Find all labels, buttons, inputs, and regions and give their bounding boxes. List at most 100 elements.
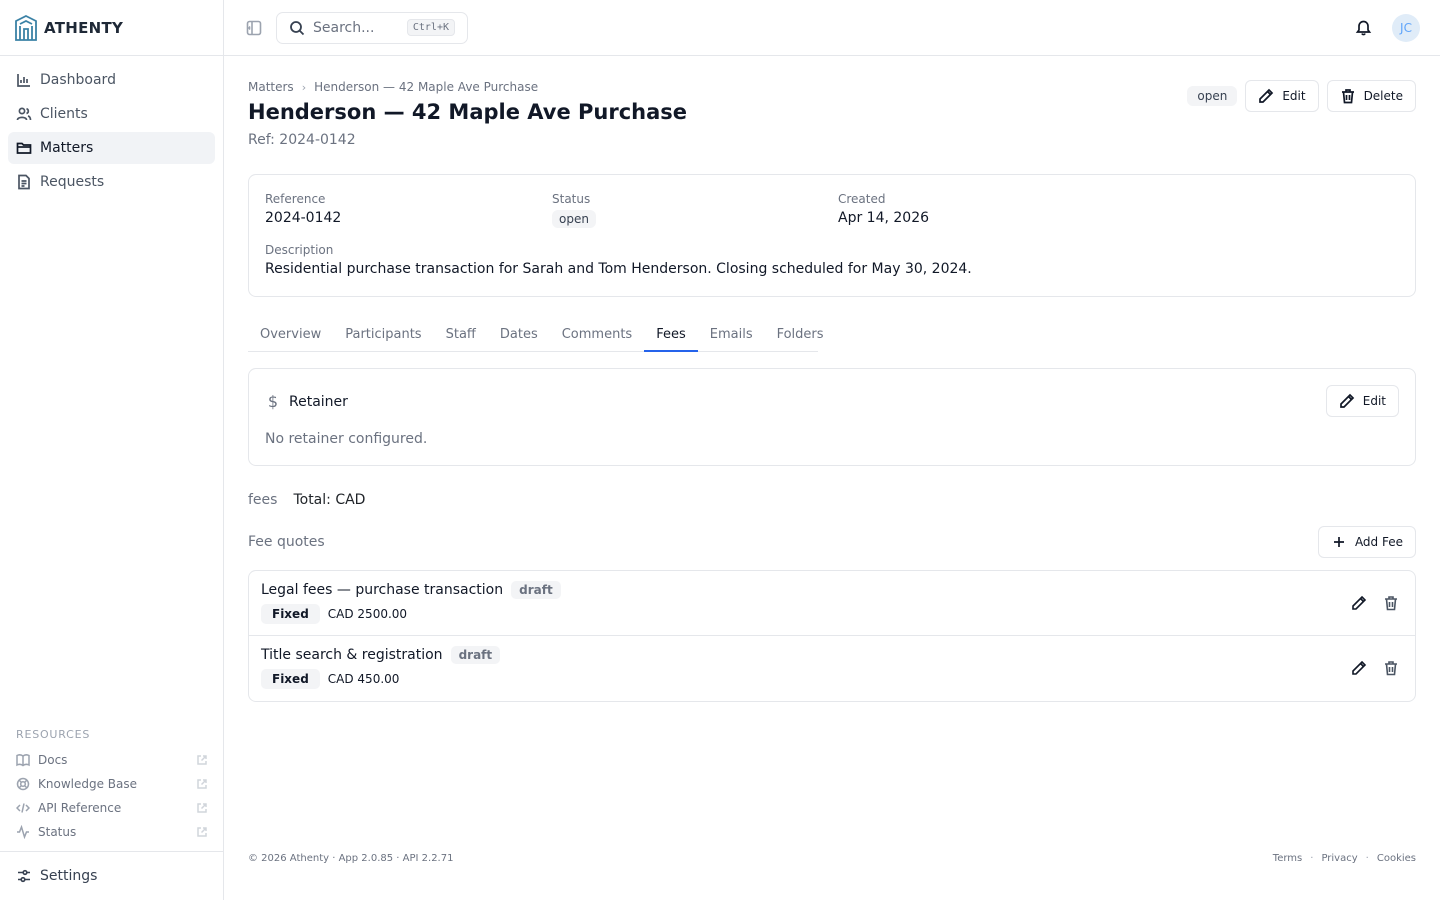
search-placeholder: Search... [313, 20, 375, 36]
status-badge: draft [450, 646, 501, 664]
sliders-icon [18, 869, 30, 883]
created-label: Created [838, 192, 886, 206]
matter-details-card: Reference 2024-0142 Status open Created … [248, 174, 1416, 297]
created-field: Created Apr 14, 2026 [838, 192, 929, 226]
settings-label: Settings [40, 868, 98, 884]
retainer-header: $ Retainer [265, 392, 348, 411]
tab-staff[interactable]: Staff [434, 322, 488, 352]
status-badge: draft [511, 581, 561, 599]
sidebar: ATHENTY Dashboard Clients Matters Reques… [0, 0, 224, 900]
sidebar-item-settings[interactable]: Settings [0, 851, 223, 900]
fees-summary: fees Total: CAD [248, 492, 365, 508]
tab-overview[interactable]: Overview [248, 322, 333, 352]
add-fee-button[interactable]: Add Fee [1317, 526, 1416, 558]
fee-amount: CAD 450.00 [327, 672, 400, 686]
reference-value: 2024-0142 [265, 210, 342, 226]
topbar: Search... Ctrl+K JC [224, 0, 1440, 56]
edit-retainer-button[interactable]: Edit [1325, 385, 1399, 417]
pencil-icon[interactable] [1351, 660, 1367, 676]
list-item: Title search & registration draft Fixed … [249, 636, 1415, 701]
search-shortcut: Ctrl+K [406, 19, 455, 36]
page-title: Henderson — 42 Maple Ave Purchase [248, 100, 688, 124]
sidebar-toggle-icon[interactable] [246, 20, 262, 36]
sidebar-item-label: Matters [40, 140, 94, 156]
footer: © 2026 Athenty · App 2.0.85 · API 2.2.71… [248, 853, 1416, 864]
tab-comments[interactable]: Comments [550, 322, 644, 352]
retainer-card: $ Retainer Edit No retainer configured. [248, 368, 1416, 466]
fees-label: fees [248, 492, 278, 508]
fee-quotes-heading: Fee quotes [248, 534, 325, 550]
footer-link-privacy[interactable]: Privacy [1321, 853, 1357, 864]
edit-label: Edit [1282, 89, 1306, 103]
fee-quotes-list: Legal fees — purchase transaction draft … [248, 570, 1416, 702]
status-badge: open [1187, 86, 1238, 106]
resource-label: Status [38, 825, 77, 839]
reference-label: Reference [265, 192, 326, 206]
fee-type-badge: Fixed [261, 669, 320, 689]
search-input[interactable]: Search... Ctrl+K [276, 12, 468, 44]
tab-emails[interactable]: Emails [698, 322, 765, 352]
resource-link-docs[interactable]: Docs [16, 748, 207, 772]
sidebar-nav: Dashboard Clients Matters Requests [0, 56, 223, 208]
resource-link-status[interactable]: Status [16, 820, 207, 844]
pencil-icon[interactable] [1351, 595, 1367, 611]
header-actions: open Edit Delete [1187, 80, 1416, 112]
edit-label: Edit [1362, 394, 1386, 408]
resources-section: RESOURCES Docs Knowledge Base API Refere… [0, 728, 223, 844]
resource-link-knowledge-base[interactable]: Knowledge Base [16, 772, 207, 796]
delete-matter-button[interactable]: Delete [1326, 80, 1416, 112]
tab-folders[interactable]: Folders [765, 322, 836, 352]
athenty-logo-icon [15, 14, 37, 41]
matter-tabs: Overview Participants Staff Dates Commen… [248, 322, 824, 352]
description-label: Description [265, 243, 334, 257]
external-link-icon [197, 827, 207, 837]
fee-type-badge: Fixed [261, 604, 320, 624]
sidebar-item-label: Dashboard [40, 72, 116, 88]
folder-icon [16, 142, 32, 154]
fee-name: Legal fees — purchase transaction [261, 582, 504, 598]
chart-icon [17, 74, 30, 87]
tab-participants[interactable]: Participants [333, 322, 433, 352]
description-field: Description Residential purchase transac… [265, 243, 972, 277]
sidebar-item-requests[interactable]: Requests [8, 166, 215, 198]
trash-icon[interactable] [1383, 595, 1399, 611]
resource-link-api-reference[interactable]: API Reference [16, 796, 207, 820]
sidebar-item-matters[interactable]: Matters [8, 132, 215, 164]
retainer-title: Retainer [289, 393, 348, 410]
delete-label: Delete [1363, 89, 1403, 103]
matter-ref: Ref: 2024-0142 [248, 132, 356, 148]
edit-matter-button[interactable]: Edit [1245, 80, 1319, 112]
pencil-icon [1339, 393, 1354, 408]
footer-link-cookies[interactable]: Cookies [1377, 853, 1416, 864]
tab-fees[interactable]: Fees [644, 322, 698, 352]
lifebuoy-icon [16, 777, 30, 791]
tab-dates[interactable]: Dates [488, 322, 550, 352]
sidebar-item-clients[interactable]: Clients [8, 98, 215, 130]
plus-icon [1333, 537, 1344, 547]
avatar[interactable]: JC [1392, 14, 1420, 42]
status-field: Status open [552, 192, 596, 228]
breadcrumb: Matters › Henderson — 42 Maple Ave Purch… [248, 80, 538, 94]
footer-links: Terms · Privacy · Cookies [1273, 853, 1416, 864]
fee-name: Title search & registration [261, 647, 443, 663]
sidebar-item-dashboard[interactable]: Dashboard [8, 64, 215, 96]
trash-icon[interactable] [1383, 660, 1399, 676]
footer-separator: · [1365, 853, 1369, 864]
fee-amount: CAD 2500.00 [327, 607, 408, 621]
footer-version: © 2026 Athenty · App 2.0.85 · API 2.2.71 [248, 853, 454, 864]
book-icon [16, 754, 30, 767]
bell-icon[interactable] [1355, 19, 1372, 36]
external-link-icon [197, 779, 207, 789]
sidebar-item-label: Requests [40, 174, 105, 190]
fees-total: Total: CAD [293, 492, 366, 508]
search-icon [290, 21, 305, 36]
resource-label: Docs [38, 753, 68, 767]
dollar-icon: $ [267, 392, 279, 411]
brand[interactable]: ATHENTY [0, 0, 223, 56]
footer-link-terms[interactable]: Terms [1273, 853, 1302, 864]
external-link-icon [197, 803, 207, 813]
add-fee-label: Add Fee [1354, 535, 1403, 549]
status-label: Status [552, 192, 591, 206]
external-link-icon [197, 755, 207, 765]
breadcrumb-link-matters[interactable]: Matters [248, 80, 294, 94]
